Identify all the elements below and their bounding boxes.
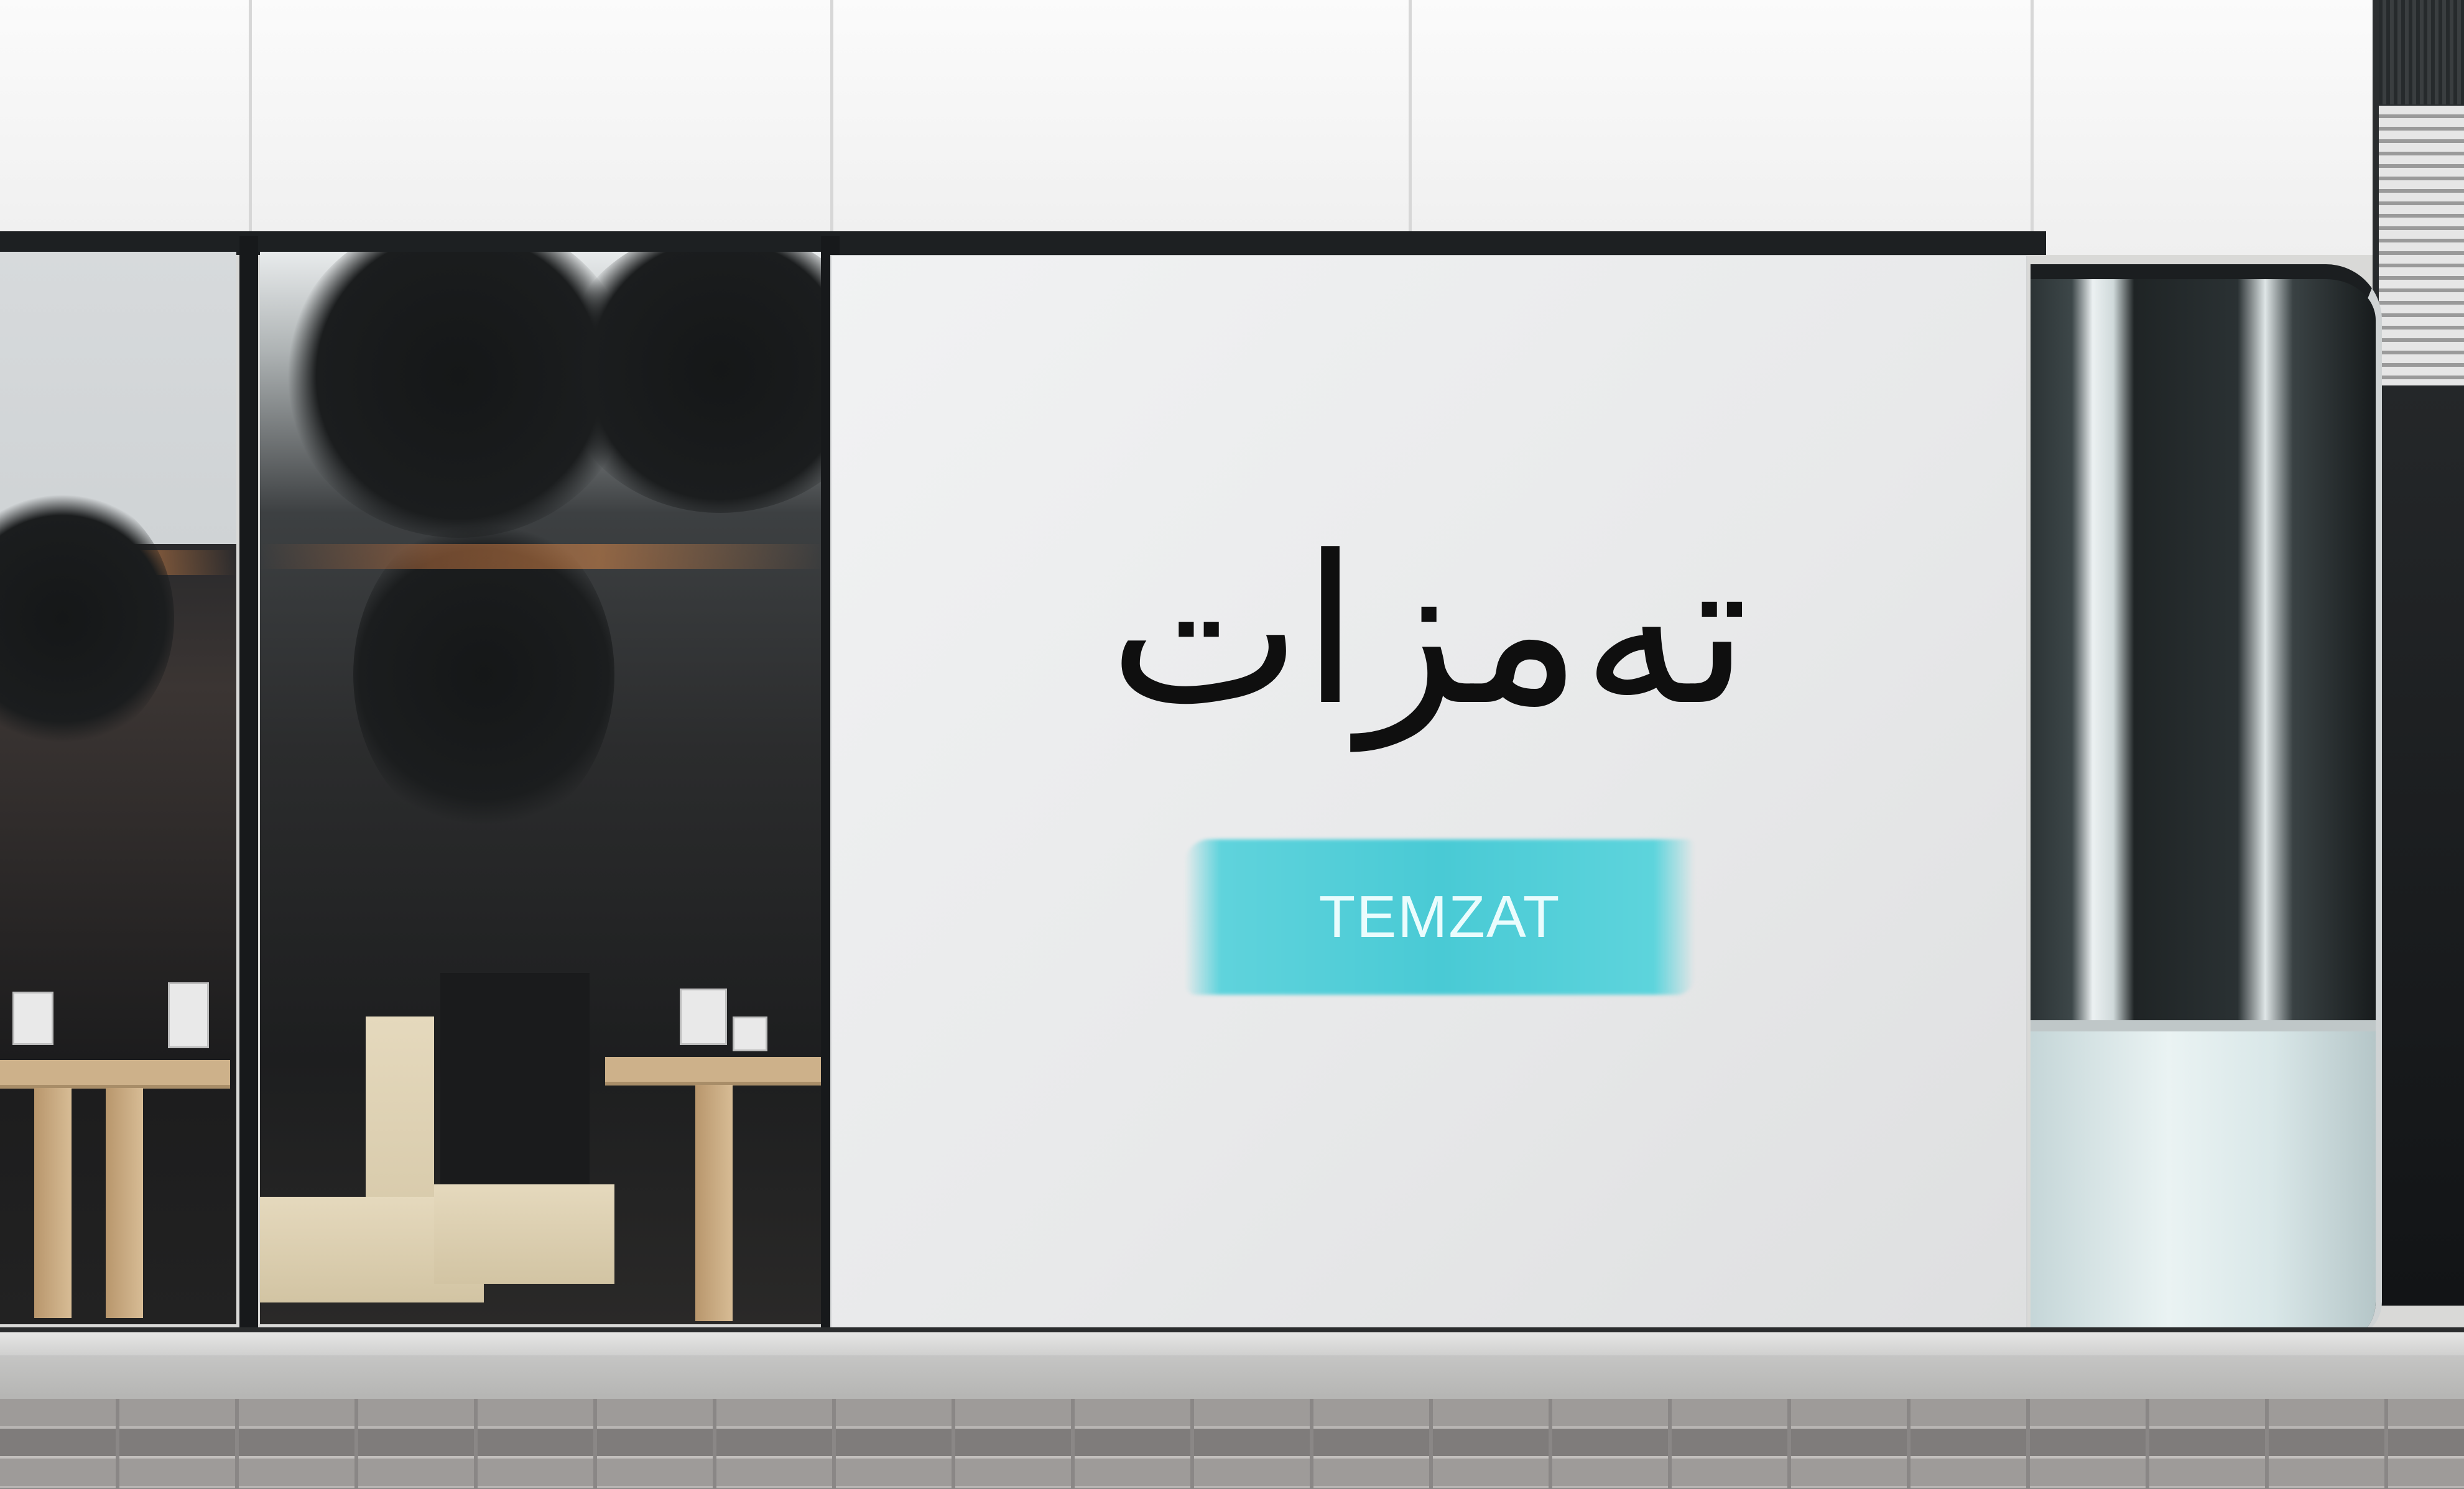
curved-glass-corner bbox=[2031, 264, 2382, 1339]
table-leg bbox=[106, 1088, 143, 1318]
display-item bbox=[12, 992, 53, 1045]
display-shelf bbox=[2031, 1020, 2376, 1031]
display-item bbox=[733, 1016, 767, 1051]
table-leg bbox=[34, 1088, 72, 1318]
table-top bbox=[0, 1060, 230, 1085]
warm-light-reflection bbox=[260, 544, 826, 569]
vent-louvers bbox=[2379, 106, 2464, 385]
tree-reflection bbox=[0, 488, 174, 749]
tree-reflection bbox=[558, 252, 826, 513]
facade-seam bbox=[1409, 0, 1412, 242]
glass-pane-left bbox=[0, 252, 236, 1324]
window-mullion bbox=[239, 236, 258, 1330]
table-leg bbox=[695, 1085, 733, 1321]
booth-seat bbox=[434, 1184, 614, 1284]
table-top bbox=[605, 1057, 826, 1082]
facade-seam bbox=[2031, 0, 2034, 242]
logo-arabic-text: تەمزات bbox=[1108, 512, 1749, 750]
paving-stones bbox=[0, 1399, 2464, 1489]
facade-seam bbox=[830, 0, 833, 242]
display-item bbox=[680, 989, 727, 1045]
logo-latin-text: TEMZAT bbox=[1318, 883, 1561, 950]
sidewalk bbox=[0, 1355, 2464, 1399]
display-item bbox=[168, 982, 209, 1048]
sign-panel: تەمزات TEMZAT bbox=[830, 255, 2027, 1335]
glass-pane-middle bbox=[260, 252, 826, 1324]
vent-grille-top bbox=[2379, 0, 2464, 104]
storefront-scene: تەمزات TEMZAT bbox=[0, 0, 2464, 1489]
facade-seam bbox=[249, 0, 252, 242]
frosted-glass-base bbox=[2031, 1031, 2376, 1339]
upper-facade bbox=[0, 0, 2376, 255]
